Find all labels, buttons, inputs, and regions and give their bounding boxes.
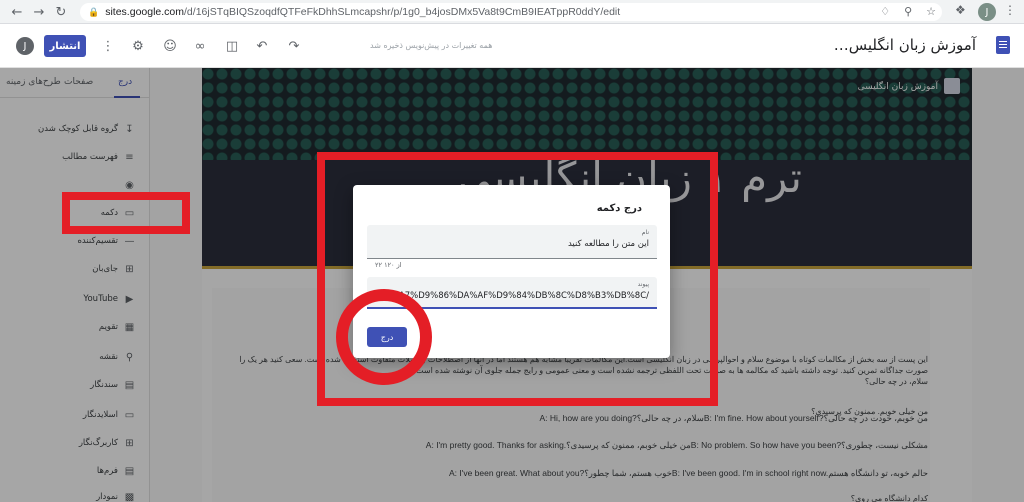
settings-gear-icon[interactable]: ⚙	[128, 36, 148, 56]
editor-toolbar: J انتشار ⋮ ⚙ ☺ ∞ ◫ ↶ ↷ همه تغییرات در پی…	[0, 24, 1024, 68]
browser-menu-icon[interactable]: ⋮	[1004, 3, 1016, 17]
address-bar[interactable]: 🔒 sites.google.com /d/16jSTqBIQSzoqdfQTF…	[80, 3, 942, 21]
bookmark-star-icon[interactable]: ☆	[926, 5, 936, 18]
account-avatar[interactable]: J	[16, 37, 34, 55]
url-path: /d/16jSTqBIQSzoqdfQTFeFkDhhSLmcapshr/p/1…	[184, 6, 621, 18]
extensions-icon[interactable]: ❖	[955, 3, 966, 17]
browser-profile-avatar[interactable]: J	[978, 3, 996, 21]
share-person-icon[interactable]: ☺	[160, 36, 180, 56]
lock-icon: 🔒	[88, 6, 100, 17]
site-title[interactable]: آموزش زبان انگلیس…	[834, 36, 976, 54]
save-status: همه تغییرات در پیش‌نویس ذخیره شد	[370, 41, 493, 50]
sites-logo-icon[interactable]	[996, 36, 1010, 54]
reload-icon[interactable]: ↻	[50, 1, 72, 23]
annotation-highlight-sidebar	[62, 192, 190, 234]
preview-device-icon[interactable]: ◫	[222, 36, 242, 56]
annotation-circle-insert	[336, 289, 432, 385]
browser-toolbar: ← → ↻ 🔒 sites.google.com /d/16jSTqBIQSzo…	[0, 0, 1024, 24]
more-options-icon[interactable]: ⋮	[98, 36, 118, 56]
redo-icon[interactable]: ↷	[284, 36, 304, 56]
zoom-icon[interactable]: ⚲	[904, 5, 912, 18]
back-icon[interactable]: ←	[6, 1, 28, 23]
url-host: sites.google.com	[105, 6, 185, 18]
translate-icon[interactable]: ♢	[880, 5, 890, 18]
link-icon[interactable]: ∞	[190, 36, 210, 56]
forward-icon[interactable]: →	[28, 1, 50, 23]
publish-button[interactable]: انتشار	[44, 35, 86, 57]
undo-icon[interactable]: ↶	[252, 36, 272, 56]
